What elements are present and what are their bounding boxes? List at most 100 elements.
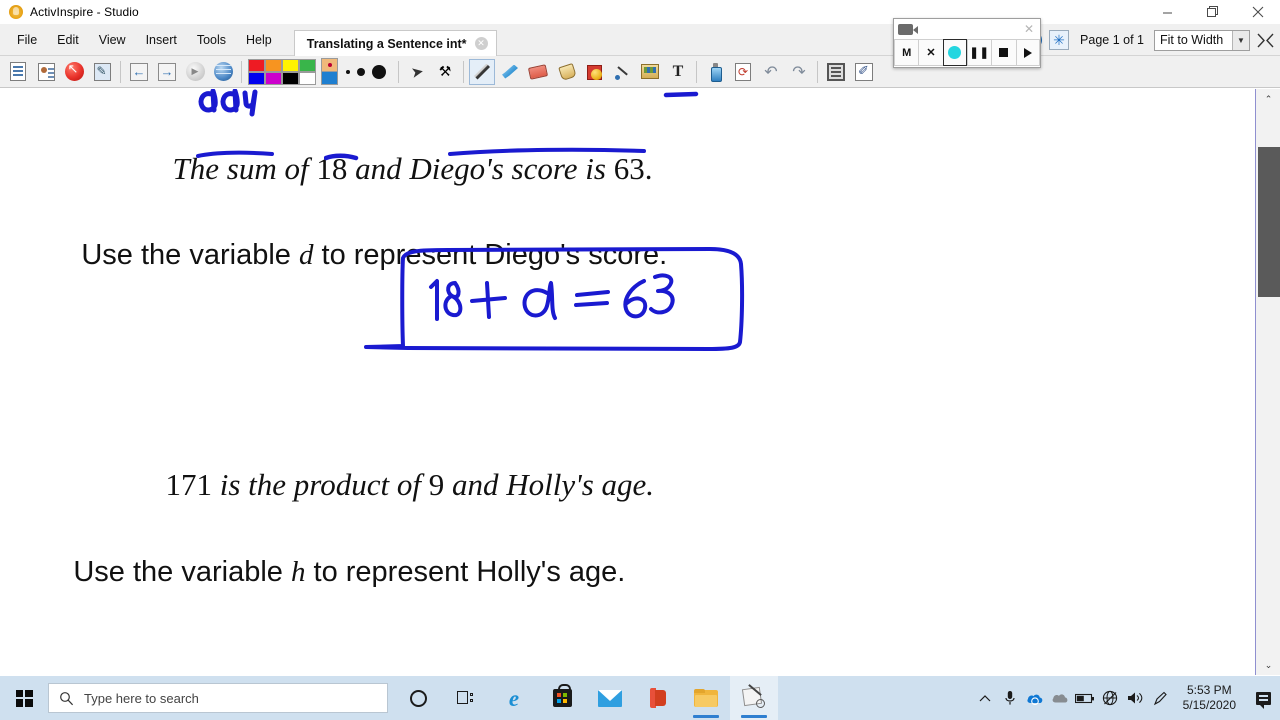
onedrive-icon[interactable]: [1023, 676, 1048, 720]
microphone-icon[interactable]: [998, 676, 1023, 720]
reset-page-icon[interactable]: ⟳: [730, 59, 756, 85]
main-toolbar: ← → ▶ ➤ ⚒: [0, 56, 1280, 88]
scroll-down-icon[interactable]: ⌄: [1256, 655, 1280, 675]
recorder-pause-button[interactable]: ❚❚: [967, 39, 992, 66]
current-color-indicator[interactable]: [321, 58, 338, 85]
color-swatch-yellow[interactable]: [282, 58, 299, 72]
volume-icon[interactable]: [1123, 676, 1148, 720]
color-swatch-magenta[interactable]: [265, 71, 282, 85]
pen-icon[interactable]: [469, 58, 495, 85]
play-icon[interactable]: ▶: [182, 59, 208, 85]
mail-icon[interactable]: [586, 676, 634, 720]
zoom-select[interactable]: Fit to Width ▼: [1154, 29, 1250, 51]
next-page-icon[interactable]: →: [154, 59, 180, 85]
network-icon[interactable]: [1098, 676, 1123, 720]
document-tab-label: Translating a Sentence int*: [306, 36, 467, 51]
menu-insert[interactable]: Insert: [136, 28, 187, 52]
chevron-down-icon[interactable]: ▼: [1232, 30, 1249, 50]
stop-icon[interactable]: [61, 59, 87, 85]
tool-settings-icon[interactable]: ⚒: [432, 59, 458, 85]
maximize-button[interactable]: [1190, 0, 1235, 24]
clear-icon[interactable]: [702, 59, 728, 85]
vertical-scrollbar[interactable]: ⌃ ⌄: [1255, 89, 1280, 675]
task-view-icon[interactable]: [442, 676, 490, 720]
system-tray: 5:53 PM 5/15/2020: [973, 676, 1280, 720]
recorder-record-button[interactable]: [942, 39, 967, 66]
battery-icon[interactable]: [1073, 676, 1098, 720]
undo-icon[interactable]: ↶: [758, 59, 784, 85]
close-icon[interactable]: ✕: [474, 37, 488, 50]
scroll-up-icon[interactable]: ⌃: [1256, 89, 1280, 109]
select-icon[interactable]: ➤: [404, 59, 430, 85]
recorder-minimize-button[interactable]: M: [894, 39, 919, 66]
thickness-small-icon[interactable]: [346, 69, 350, 74]
close-icon[interactable]: ✕: [1021, 23, 1037, 35]
line-2-part-1: Use the variable: [81, 239, 299, 271]
menu-help[interactable]: Help: [236, 28, 282, 52]
menu-items: File Edit View Insert Tools Help: [0, 24, 282, 56]
recorder-play-button[interactable]: [1015, 39, 1040, 66]
toolbar-separator: [696, 60, 697, 83]
file-explorer-icon[interactable]: [682, 676, 730, 720]
edge-icon[interactable]: e: [490, 676, 538, 720]
open-flipchart-icon[interactable]: [33, 59, 59, 85]
minimize-button[interactable]: [1145, 0, 1190, 24]
menu-tools[interactable]: Tools: [187, 28, 236, 52]
browser-icon[interactable]: [210, 59, 236, 85]
recorder-buttons: M ✕ ❚❚: [894, 39, 1040, 66]
menu-edit[interactable]: Edit: [47, 28, 89, 52]
record-dot-icon: [948, 46, 962, 59]
line-3-part-2: is the product of: [212, 467, 429, 502]
pen-thickness-group[interactable]: [346, 64, 386, 79]
toolbar-separator: [463, 60, 464, 83]
previous-page-icon[interactable]: ←: [126, 59, 152, 85]
thickness-medium-icon[interactable]: [357, 67, 365, 76]
eraser-icon[interactable]: [525, 59, 551, 85]
redo-icon[interactable]: ↷: [786, 59, 812, 85]
menu-view[interactable]: View: [89, 28, 136, 52]
recorder-close-button[interactable]: ✕: [918, 39, 943, 66]
shape-icon[interactable]: [581, 59, 607, 85]
show-hidden-icons[interactable]: [973, 676, 998, 720]
page-notes-icon[interactable]: [823, 59, 849, 85]
menu-file[interactable]: File: [7, 28, 47, 52]
scrollbar-thumb[interactable]: [1258, 147, 1280, 297]
new-flipchart-icon[interactable]: [5, 59, 31, 85]
clock[interactable]: 5:53 PM 5/15/2020: [1173, 683, 1246, 713]
start-button[interactable]: [0, 676, 48, 720]
activinspire-hand-icon: [8, 4, 24, 20]
microsoft-store-icon[interactable]: [538, 676, 586, 720]
document-tab[interactable]: Translating a Sentence int* ✕: [293, 30, 497, 56]
text-icon[interactable]: T: [665, 59, 691, 85]
color-swatch-white[interactable]: [299, 71, 316, 85]
close-button[interactable]: [1235, 0, 1280, 24]
collapse-toolbar-icon[interactable]: [1254, 29, 1276, 51]
cloud-icon[interactable]: [1048, 676, 1073, 720]
color-swatch-black[interactable]: [282, 71, 299, 85]
office-icon[interactable]: [634, 676, 682, 720]
recorder-widget[interactable]: ✕ M ✕ ❚❚: [893, 18, 1041, 68]
annotate-desktop-icon[interactable]: [851, 59, 877, 85]
flipchart-canvas[interactable]: The sum of 18 and Diego's score is 63. U…: [0, 89, 1255, 675]
color-swatch-blue[interactable]: [248, 71, 265, 85]
design-mode-icon[interactable]: [89, 59, 115, 85]
snowflake-icon[interactable]: ✳: [1048, 29, 1070, 51]
recorder-stop-button[interactable]: [991, 39, 1016, 66]
fill-icon[interactable]: [553, 59, 579, 85]
thickness-large-icon[interactable]: [372, 64, 386, 79]
clock-time: 5:53 PM: [1186, 683, 1232, 697]
highlighter-icon[interactable]: [497, 59, 523, 85]
color-swatch-red[interactable]: [248, 58, 265, 72]
cortana-icon[interactable]: [394, 676, 442, 720]
notification-center-icon[interactable]: [1246, 676, 1280, 720]
clipart-icon[interactable]: [637, 59, 663, 85]
search-input[interactable]: Type here to search: [48, 683, 388, 713]
windows-taskbar: Type here to search e 5:53 PM 5/15/2020: [0, 676, 1280, 720]
connector-icon[interactable]: [609, 59, 635, 85]
pen-tray-icon[interactable]: [1148, 676, 1173, 720]
activinspire-taskbar-icon[interactable]: [730, 676, 778, 720]
color-swatch-orange[interactable]: [265, 58, 282, 72]
ink-mark-equals-partial: [663, 91, 699, 98]
color-swatch-green[interactable]: [299, 58, 316, 72]
color-palette[interactable]: [248, 58, 316, 85]
